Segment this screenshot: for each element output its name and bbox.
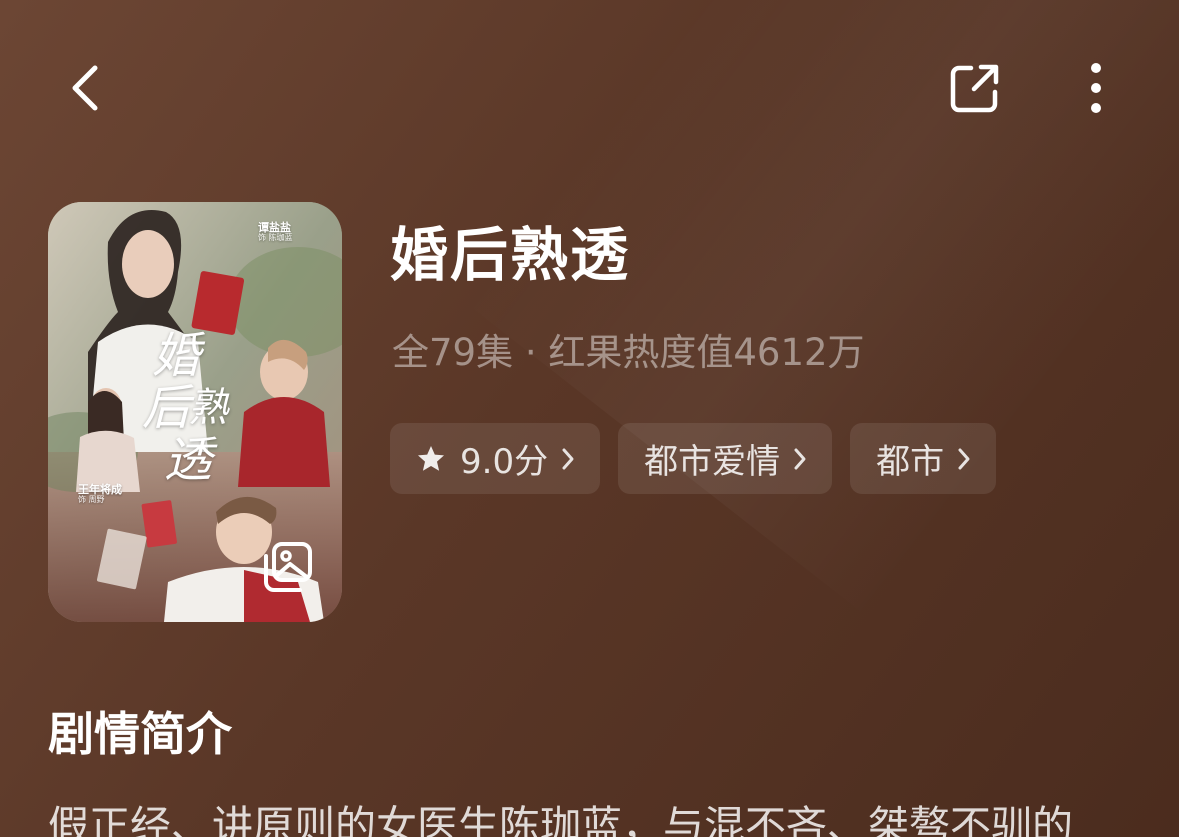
tag-row: 9.0分 都市爱情 都市 <box>390 423 997 494</box>
genre-tag[interactable]: 都市爱情 <box>618 423 833 494</box>
credit-role: 饰 周野 <box>78 495 105 505</box>
category-tag[interactable]: 都市 <box>850 423 997 494</box>
share-button[interactable] <box>936 52 1014 124</box>
poster-title-calligraphy: 婚 后 熟 透 <box>142 328 232 488</box>
poster-credit-bottom: 王年将成 饰 周野 <box>78 483 122 505</box>
chevron-right-icon <box>956 446 972 472</box>
chevron-right-icon <box>792 446 808 472</box>
detail-screen: 婚 后 熟 透 谭盐盐 饰 陈珈蓝 王年将成 饰 周野 婚后熟透 全79集 · … <box>0 0 1179 837</box>
synopsis-text[interactable]: 假正经、讲原则的女医生陈珈蓝，与混不吝、桀骜不驯的 <box>48 792 1148 837</box>
rating-label: 9.0分 <box>460 442 549 482</box>
genre-label: 都市爱情 <box>644 442 781 482</box>
chevron-left-icon <box>72 65 98 111</box>
share-icon <box>950 64 999 113</box>
poster-title-char: 婚 <box>152 328 201 384</box>
chevron-right-icon <box>560 446 576 472</box>
back-button[interactable] <box>50 52 120 124</box>
star-icon <box>416 444 446 474</box>
poster-title-char: 熟 <box>188 385 228 431</box>
show-title: 婚后熟透 <box>390 221 631 289</box>
poster-image[interactable]: 婚 后 熟 透 谭盐盐 饰 陈珈蓝 王年将成 饰 周野 <box>48 202 342 622</box>
credit-role: 饰 陈珈蓝 <box>258 233 293 243</box>
more-vertical-icon <box>1091 63 1101 113</box>
more-button[interactable] <box>1060 52 1132 124</box>
category-label: 都市 <box>876 442 945 482</box>
rating-tag[interactable]: 9.0分 <box>390 423 601 494</box>
synopsis-heading: 剧情简介 <box>48 707 232 761</box>
poster-credit-top: 谭盐盐 饰 陈珈蓝 <box>258 221 293 243</box>
show-meta: 全79集 · 红果热度值4612万 <box>392 331 865 374</box>
gallery-button[interactable] <box>260 540 316 596</box>
gallery-icon <box>264 542 312 592</box>
poster-title-char: 透 <box>164 432 213 488</box>
